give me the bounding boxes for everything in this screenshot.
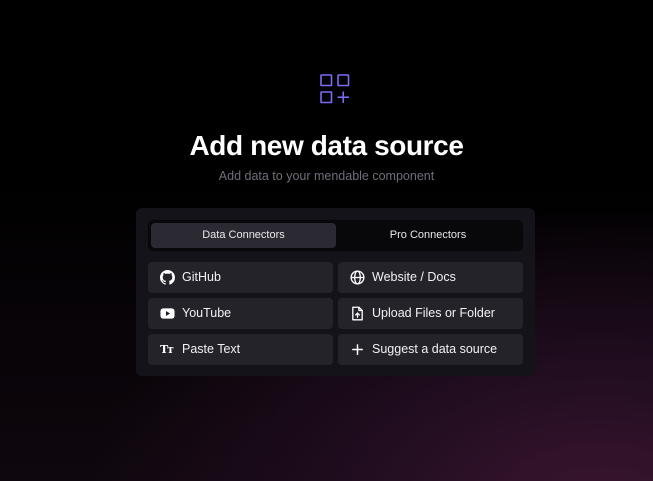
github-icon — [160, 270, 175, 285]
file-upload-icon — [352, 306, 363, 321]
globe-icon — [350, 270, 365, 285]
upload-files-option[interactable]: Upload Files or Folder — [338, 298, 523, 329]
option-label: Paste Text — [182, 342, 241, 356]
option-label: Website / Docs — [372, 270, 456, 284]
option-label: YouTube — [182, 306, 232, 320]
page-subtitle: Add data to your mendable component — [218, 169, 435, 183]
option-label: GitHub — [182, 270, 221, 284]
youtube-icon — [160, 308, 175, 319]
tab-pro-connectors[interactable]: Pro Connectors — [336, 223, 520, 248]
text-icon: Tт — [160, 343, 174, 356]
plus-icon — [352, 344, 363, 355]
paste-text-option[interactable]: Tт Paste Text — [148, 334, 333, 365]
tab-data-connectors[interactable]: Data Connectors — [151, 223, 336, 248]
suggest-source-option[interactable]: Suggest a data source — [338, 334, 523, 365]
connector-tabs: Data Connectors Pro Connectors — [148, 220, 523, 251]
option-label: Upload Files or Folder — [372, 306, 495, 320]
data-source-card: Data Connectors Pro Connectors GitHub We… — [136, 208, 535, 376]
option-label: Suggest a data source — [372, 342, 498, 356]
website-docs-option[interactable]: Website / Docs — [338, 262, 523, 293]
youtube-option[interactable]: YouTube — [148, 298, 333, 329]
page-title: Add new data source — [189, 130, 464, 161]
github-option[interactable]: GitHub — [148, 262, 333, 293]
add-widget-icon — [320, 74, 350, 104]
